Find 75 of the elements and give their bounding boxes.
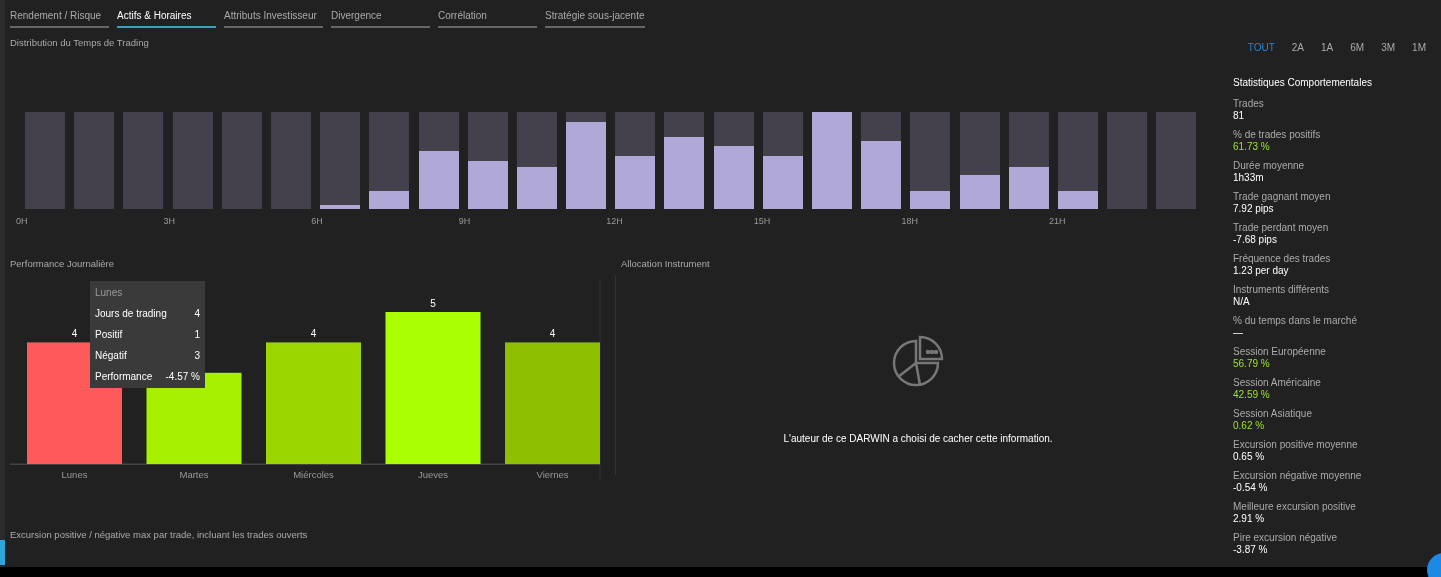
axis-label: Viernes [536, 468, 569, 480]
axis-label: Lunes [61, 468, 88, 480]
tooltip-value: 4 [194, 306, 200, 321]
axis-label: 12H [606, 216, 623, 227]
tooltip-value: 1 [194, 327, 200, 342]
stat-label: Meilleure excursion positive [1233, 501, 1357, 513]
stat-value: 61.73 % [1233, 140, 1271, 152]
stat-value: 1.23 per day [1233, 264, 1290, 276]
value-label: 5 [430, 297, 436, 309]
chart-title: Performance Journalière [10, 257, 116, 272]
stat-value: — [1233, 326, 1244, 338]
axis-label: 3H [163, 216, 176, 227]
chart-title: Distribution du Temps de Trading [10, 36, 150, 50]
stat-value: 1h33m [1233, 171, 1265, 183]
tooltip-label: Positif [95, 327, 123, 342]
axis-label: Martes [179, 468, 209, 480]
tab[interactable]: Attributs Investisseur [224, 8, 323, 28]
axis-label: 0H [16, 216, 28, 227]
range-button[interactable]: 1M [1412, 40, 1426, 55]
stat-label: Excursion négative moyenne [1233, 470, 1363, 482]
stat-value: -0.54 % [1233, 481, 1269, 493]
range-button[interactable]: 2A [1291, 40, 1305, 55]
tab[interactable]: Stratégie sous-jacente [545, 8, 645, 28]
stat-label: Trades [1233, 98, 1265, 110]
range-button[interactable]: 3M [1381, 40, 1396, 55]
tooltip-value: 3 [194, 348, 200, 363]
value-label: 4 [310, 327, 317, 339]
value-label: 4 [549, 327, 556, 339]
stat-label: % du temps dans le marché [1233, 315, 1358, 327]
stat-value: 0.65 % [1233, 450, 1266, 462]
value-label: 4 [71, 327, 78, 339]
range-button[interactable]: 6M [1350, 40, 1365, 55]
stat-value: 56.79 % [1233, 357, 1271, 369]
tooltip-label: Jours de trading [95, 306, 167, 321]
tooltip-value: -4.57 % [165, 369, 200, 384]
stat-value: N/A [1233, 295, 1251, 307]
stat-label: Session Américaine [1233, 377, 1322, 389]
tooltip-label: Performance [95, 369, 153, 384]
stat-label: Trade perdant moyen [1233, 222, 1330, 234]
stat-value: 81 [1233, 109, 1246, 121]
stat-value: 2.91 % [1233, 512, 1266, 524]
stat-value: 7.92 pips [1233, 202, 1275, 214]
stat-label: Session Asiatique [1233, 408, 1313, 420]
stat-label: Instruments différents [1233, 284, 1330, 296]
stat-label: % de trades positifs [1233, 129, 1322, 141]
range-button[interactable]: TOUT [1247, 40, 1275, 55]
stat-label: Session Européenne [1233, 346, 1327, 358]
tab[interactable]: Rendement / Risque [10, 8, 109, 28]
stat-label: Pire excursion négative [1233, 532, 1338, 544]
axis-label: 15H [753, 216, 771, 227]
tooltip-title: Lunes [95, 285, 124, 300]
tooltip-label: Négatif [95, 348, 127, 363]
tab[interactable]: Divergence [331, 8, 430, 28]
axis-label: 9H [458, 216, 471, 227]
stat-value: -3.87 % [1233, 543, 1269, 555]
section-title: Statistiques Comportementales [1233, 76, 1373, 90]
scroll-marker [0, 540, 5, 565]
axis-label: 18H [901, 216, 918, 227]
chart-title: Excursion positive / négative max par trade, incluant les trades ouverts [10, 527, 309, 542]
axis-label: 6H [311, 216, 323, 227]
axis-label: 21H [1048, 216, 1066, 227]
axis-label: Jueves [417, 468, 449, 480]
axis-label: Miércoles [293, 468, 334, 480]
tab[interactable]: Corrélation [438, 8, 537, 28]
stat-label: Fréquence des trades [1233, 253, 1332, 265]
stat-value: 42.59 % [1233, 388, 1271, 400]
stat-label: Durée moyenne [1233, 160, 1306, 172]
chart-title: Allocation Instrument [621, 257, 711, 272]
range-button[interactable]: 1A [1321, 40, 1334, 55]
stat-label: Trade gagnant moyen [1233, 191, 1332, 203]
stat-label: Excursion positive moyenne [1233, 439, 1359, 451]
message-text: L'auteur de ce DARWIN a choisi de cacher cette information. [783, 431, 1053, 446]
stat-value: 0.62 % [1233, 419, 1266, 431]
stat-value: -7.68 pips [1233, 233, 1278, 245]
tab[interactable]: Actifs & Horaires [117, 8, 216, 28]
